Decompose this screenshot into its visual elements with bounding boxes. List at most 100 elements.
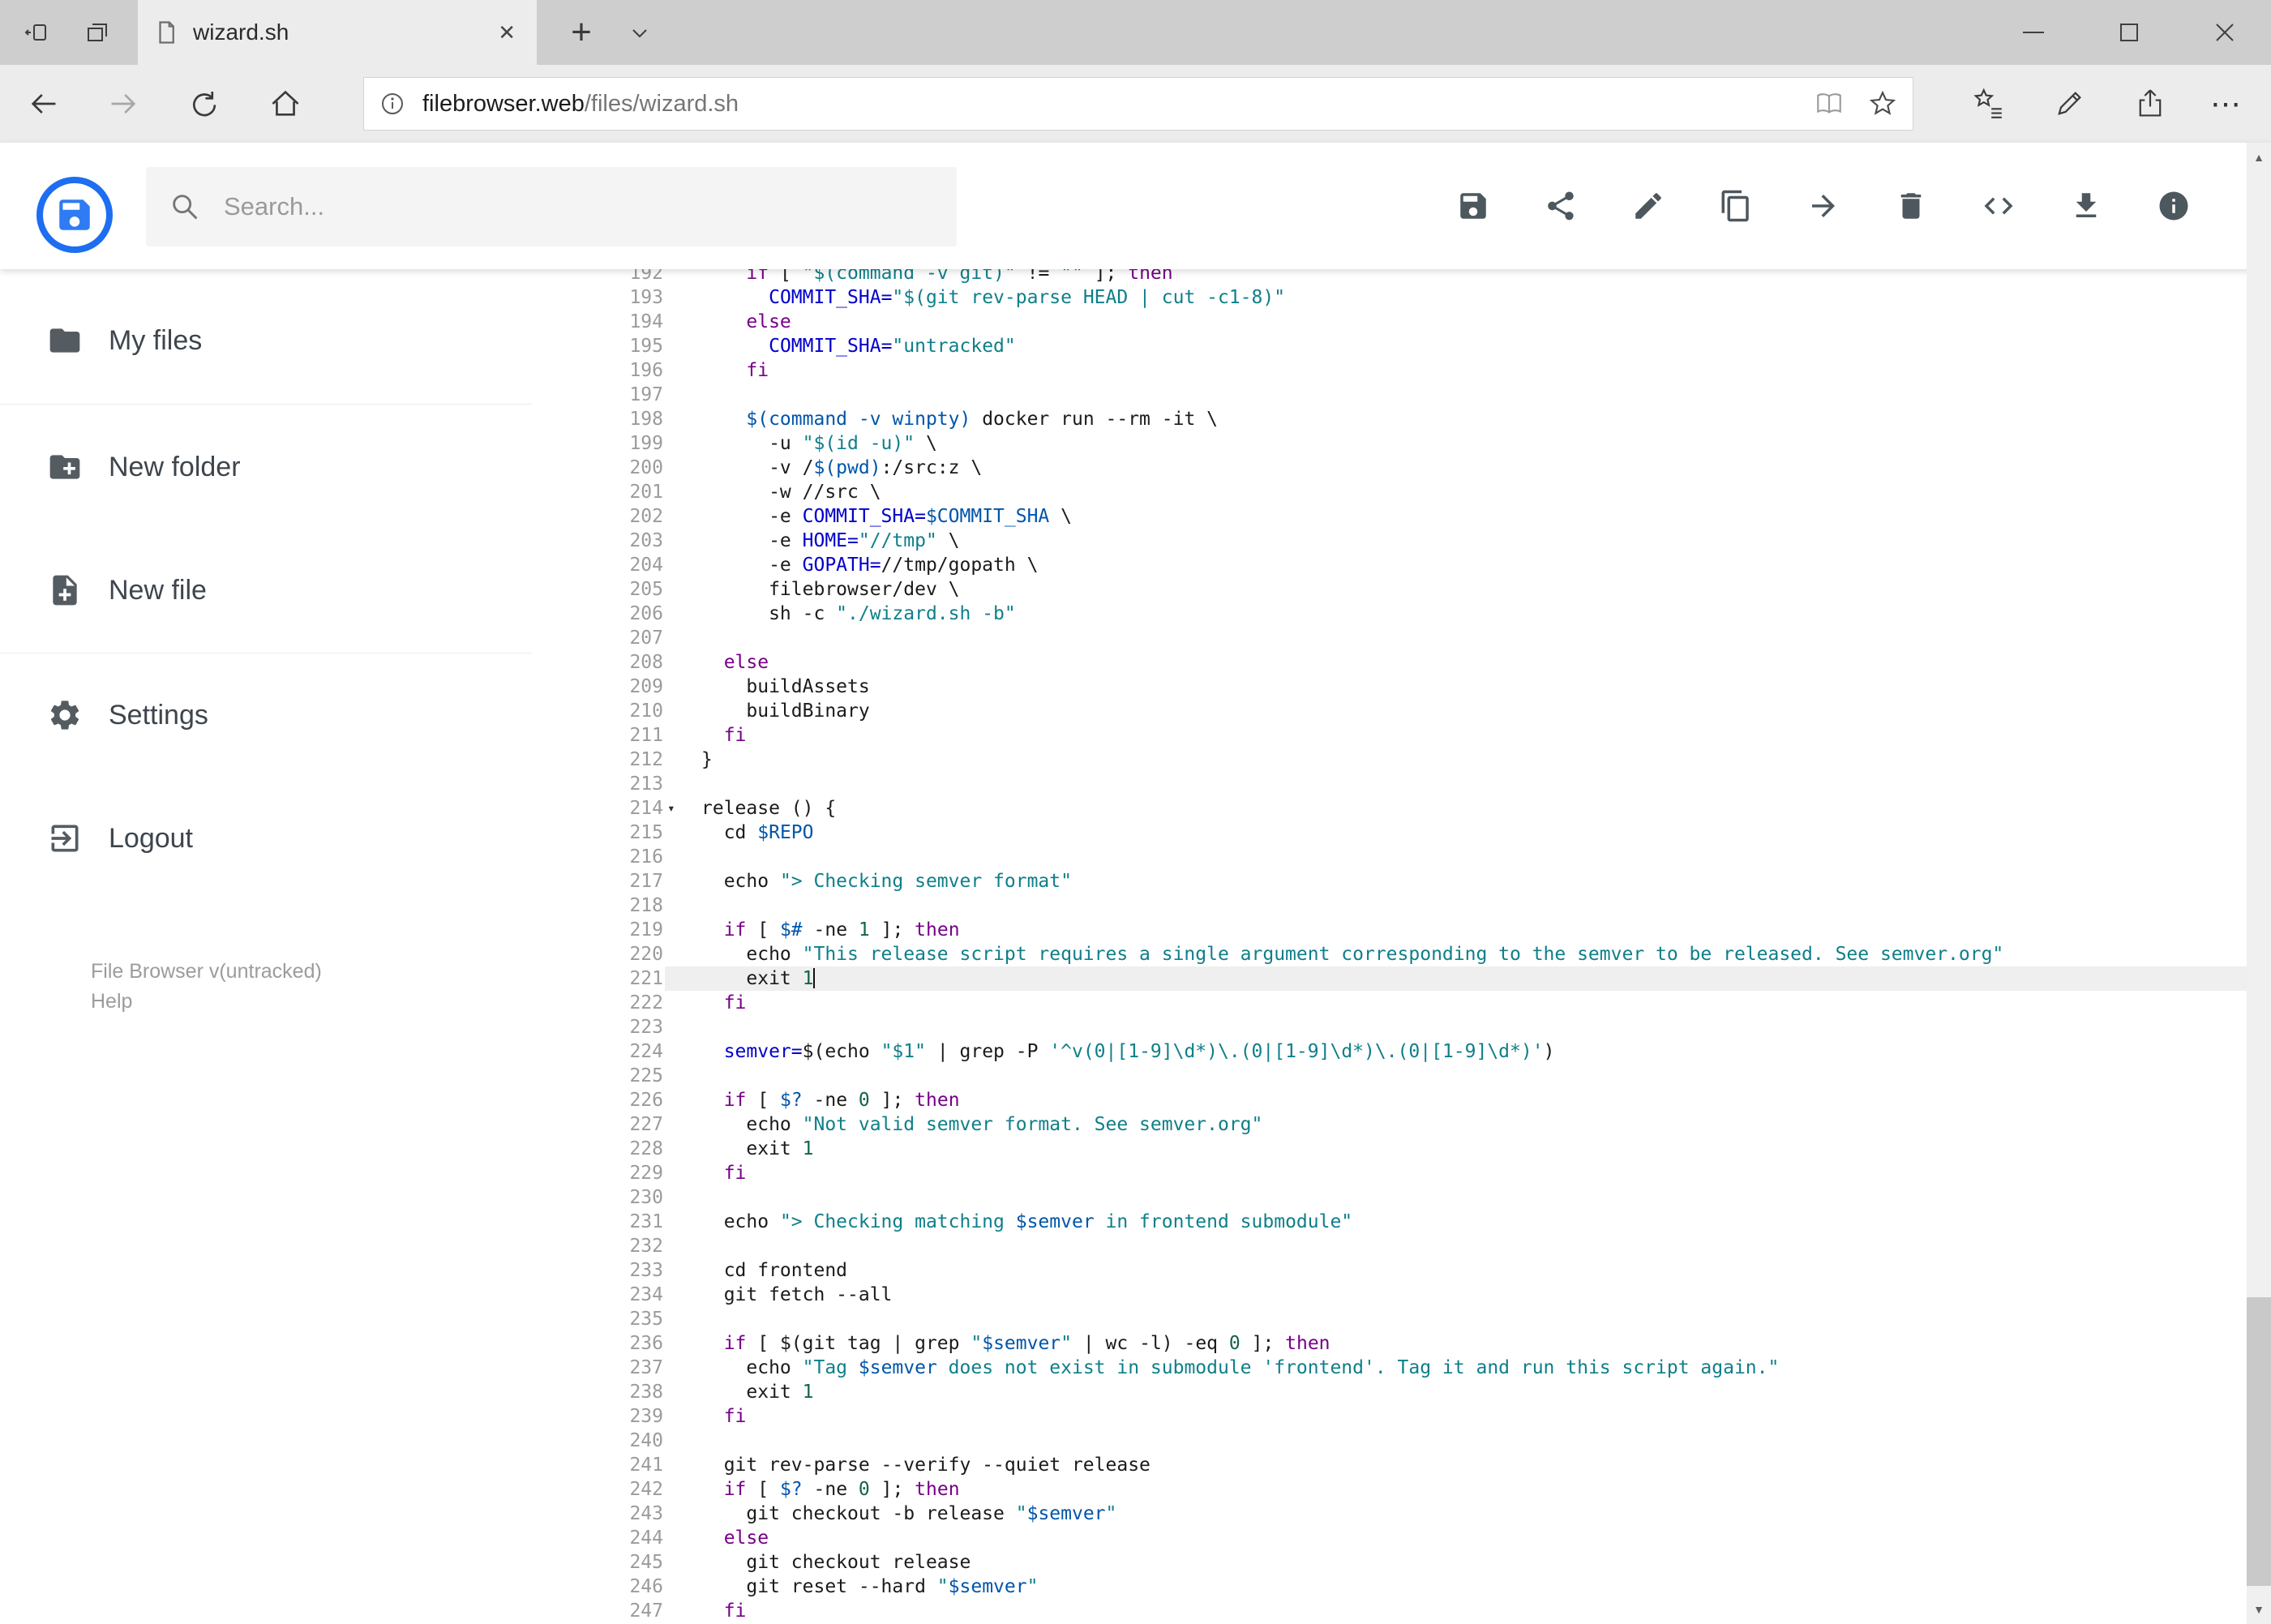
code-line[interactable]: 234 git fetch --all xyxy=(535,1283,2247,1307)
save-button[interactable] xyxy=(1449,182,1498,230)
code-line[interactable]: 207 xyxy=(535,626,2247,650)
window-close-button[interactable] xyxy=(2186,0,2264,65)
code-line[interactable]: 232 xyxy=(535,1234,2247,1258)
share-button[interactable] xyxy=(1536,182,1585,230)
code-line[interactable]: 246 git reset --hard "$semver" xyxy=(535,1575,2247,1599)
move-button[interactable] xyxy=(1799,182,1848,230)
code-line[interactable]: 231 echo "> Checking matching $semver in… xyxy=(535,1210,2247,1234)
rename-button[interactable] xyxy=(1624,182,1673,230)
code-line[interactable]: 245 git checkout release xyxy=(535,1550,2247,1575)
code-line[interactable]: 237 echo "Tag $semver does not exist in … xyxy=(535,1356,2247,1380)
code-line[interactable]: 197 xyxy=(535,383,2247,407)
code-line[interactable]: 228 exit 1 xyxy=(535,1137,2247,1161)
scroll-down-button[interactable]: ▼ xyxy=(2247,1595,2271,1624)
refresh-button[interactable] xyxy=(172,65,234,143)
code-line[interactable]: 239 fi xyxy=(535,1404,2247,1429)
scrollbar-thumb[interactable] xyxy=(2247,1297,2271,1586)
fold-arrow-icon[interactable]: ▾ xyxy=(667,796,675,821)
code-line[interactable]: 227 echo "Not valid semver format. See s… xyxy=(535,1112,2247,1137)
annotate-button[interactable] xyxy=(2037,65,2102,143)
code-line[interactable]: 208 else xyxy=(535,650,2247,675)
search-input[interactable] xyxy=(222,191,934,222)
code-line[interactable]: 243 git checkout -b release "$semver" xyxy=(535,1502,2247,1526)
code-line[interactable]: 211 fi xyxy=(535,723,2247,748)
code-line[interactable]: 214 ▾ release () { xyxy=(535,796,2247,821)
code-line[interactable]: 192 if [ "$(command -v git)" != "" ]; th… xyxy=(535,269,2247,285)
code-line[interactable]: 200 -v /$(pwd):/src:z \ xyxy=(535,456,2247,480)
code-line[interactable]: 204 -e GOPATH=//tmp/gopath \ xyxy=(535,553,2247,577)
reading-view-button[interactable] xyxy=(1814,88,1845,119)
code-line[interactable]: 212} xyxy=(535,748,2247,772)
code-line[interactable]: 224 semver=$(echo "$1" | grep -P '^v(0|[… xyxy=(535,1039,2247,1064)
share-page-button[interactable] xyxy=(2118,65,2183,143)
sidebar-item-settings[interactable]: Settings xyxy=(0,671,535,760)
code-line[interactable]: 198 $(command -v winpty) docker run --rm… xyxy=(535,407,2247,431)
info-button[interactable] xyxy=(2149,182,2198,230)
code-line[interactable]: 220 echo "This release script requires a… xyxy=(535,942,2247,966)
delete-button[interactable] xyxy=(1887,182,1935,230)
code-line[interactable]: 215 cd $REPO xyxy=(535,821,2247,845)
help-link[interactable]: Help xyxy=(91,987,322,1017)
code-line[interactable]: 201 -w //src \ xyxy=(535,480,2247,504)
copy-button[interactable] xyxy=(1712,182,1760,230)
code-line[interactable]: 205 filebrowser/dev \ xyxy=(535,577,2247,602)
code-line[interactable]: 238 exit 1 xyxy=(535,1380,2247,1404)
code-view-button[interactable] xyxy=(1974,182,2023,230)
code-line[interactable]: 195 COMMIT_SHA="untracked" xyxy=(535,334,2247,358)
code-line[interactable]: 242 if [ $? -ne 0 ]; then xyxy=(535,1477,2247,1502)
code-line[interactable]: 241 git rev-parse --verify --quiet relea… xyxy=(535,1453,2247,1477)
code-line[interactable]: 217 echo "> Checking semver format" xyxy=(535,869,2247,893)
code-line[interactable]: 206 sh -c "./wizard.sh -b" xyxy=(535,602,2247,626)
code-line[interactable]: 194 else xyxy=(535,310,2247,334)
code-line[interactable]: 210 buildBinary xyxy=(535,699,2247,723)
scroll-up-button[interactable]: ▲ xyxy=(2247,143,2271,172)
sidebar-item-my-files[interactable]: My files xyxy=(0,296,535,385)
code-line[interactable]: 236 if [ $(git tag | grep "$semver" | wc… xyxy=(535,1331,2247,1356)
favorites-hub-button[interactable] xyxy=(1956,65,2020,143)
code-line[interactable]: 222 fi xyxy=(535,991,2247,1015)
window-maximize-button[interactable] xyxy=(2090,0,2168,65)
code-line[interactable]: 219 if [ $# -ne 1 ]; then xyxy=(535,918,2247,942)
code-line[interactable]: 244 else xyxy=(535,1526,2247,1550)
code-line[interactable]: 199 -u "$(id -u)" \ xyxy=(535,431,2247,456)
code-line[interactable]: 240 xyxy=(535,1429,2247,1453)
code-line[interactable]: 218 xyxy=(535,893,2247,918)
tab-preview-toggle[interactable] xyxy=(616,0,663,65)
code-line[interactable]: 247 fi xyxy=(535,1599,2247,1623)
tab-close-button[interactable]: ✕ xyxy=(493,17,521,49)
code-line[interactable]: 193 COMMIT_SHA="$(git rev-parse HEAD | c… xyxy=(535,285,2247,310)
forward-button[interactable] xyxy=(92,65,154,143)
code-line[interactable]: 203 -e HOME="//tmp" \ xyxy=(535,529,2247,553)
code-line[interactable]: 202 -e COMMIT_SHA=$COMMIT_SHA \ xyxy=(535,504,2247,529)
code-editor[interactable]: 192 if [ "$(command -v git)" != "" ]; th… xyxy=(535,269,2247,1624)
code-line[interactable]: 235 xyxy=(535,1307,2247,1331)
add-favorite-star-button[interactable] xyxy=(1867,88,1898,119)
new-tab-button[interactable]: + xyxy=(558,0,605,65)
sidebar-item-new-file[interactable]: New file xyxy=(0,546,535,635)
code-line[interactable]: 209 buildAssets xyxy=(535,675,2247,699)
window-minimize-button[interactable] xyxy=(1995,0,2072,65)
code-line[interactable]: 229 fi xyxy=(535,1161,2247,1185)
code-line[interactable]: 223 xyxy=(535,1015,2247,1039)
tabs-set-aside-button[interactable] xyxy=(73,0,122,65)
code-line[interactable]: 213 xyxy=(535,772,2247,796)
code-line[interactable]: 226 if [ $? -ne 0 ]; then xyxy=(535,1088,2247,1112)
settings-and-more-button[interactable]: ⋯ xyxy=(2194,65,2259,143)
sidebar-item-logout[interactable]: Logout xyxy=(0,794,535,883)
code-line[interactable]: 233 cd frontend xyxy=(535,1258,2247,1283)
code-line[interactable]: 196 fi xyxy=(535,358,2247,383)
home-button[interactable] xyxy=(255,65,316,143)
address-bar[interactable]: filebrowser.web/files/wizard.sh xyxy=(363,77,1913,131)
code-line[interactable]: 225 xyxy=(535,1064,2247,1088)
code-line[interactable]: 221 exit 1 xyxy=(535,966,2247,991)
code-line[interactable]: 216 xyxy=(535,845,2247,869)
page-scrollbar[interactable]: ▲ ▼ xyxy=(2247,143,2271,1624)
search-box[interactable] xyxy=(146,167,957,246)
code-line[interactable]: 230 xyxy=(535,1185,2247,1210)
site-info-icon[interactable] xyxy=(379,90,406,118)
download-button[interactable] xyxy=(2062,182,2110,230)
browser-tab[interactable]: wizard.sh ✕ xyxy=(138,0,537,65)
set-tabs-aside-button[interactable] xyxy=(13,0,62,65)
back-button[interactable] xyxy=(13,65,75,143)
sidebar-item-new-folder[interactable]: New folder xyxy=(0,422,535,512)
